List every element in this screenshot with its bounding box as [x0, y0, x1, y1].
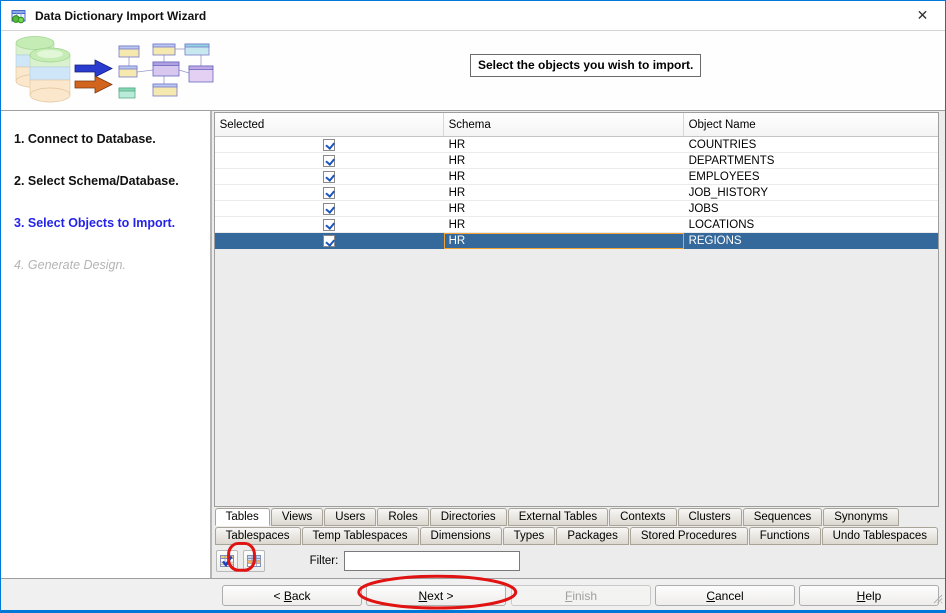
object-name-cell: JOB_HISTORY: [684, 185, 938, 200]
object-name-cell: DEPARTMENTS: [684, 153, 938, 168]
tab-temp-tablespaces[interactable]: Temp Tablespaces: [302, 527, 419, 545]
tab-stored-procedures[interactable]: Stored Procedures: [630, 527, 748, 545]
tab-clusters[interactable]: Clusters: [678, 508, 742, 526]
wizard-steps-panel: 1. Connect to Database. 2. Select Schema…: [1, 111, 212, 578]
column-header-object-name[interactable]: Object Name: [684, 113, 938, 136]
main-area: Selected Schema Object Name HR COUNTRIES…: [212, 111, 945, 578]
tab-directories[interactable]: Directories: [430, 508, 507, 526]
close-button[interactable]: ✕: [900, 1, 945, 30]
schema-cell: HR: [444, 153, 684, 168]
tab-undo-tablespaces[interactable]: Undo Tablespaces: [822, 527, 938, 545]
tab-contexts[interactable]: Contexts: [609, 508, 676, 526]
next-button[interactable]: Next >: [366, 585, 506, 606]
object-name-cell: JOBS: [684, 201, 938, 216]
table-row-departments[interactable]: HR DEPARTMENTS: [215, 153, 938, 169]
table-empty-area: [215, 249, 938, 506]
schema-cell: HR: [444, 185, 684, 200]
cancel-button[interactable]: Cancel: [655, 585, 795, 606]
tab-roles[interactable]: Roles: [377, 508, 428, 526]
object-name-cell: COUNTRIES: [684, 137, 938, 152]
database-to-model-illustration: [13, 34, 223, 113]
schema-cell: HR: [444, 169, 684, 184]
select-all-toolbar-button[interactable]: [216, 550, 238, 572]
instruction-message: Select the objects you wish to import.: [470, 54, 701, 77]
tab-views[interactable]: Views: [271, 508, 323, 526]
step-select-schema: 2. Select Schema/Database.: [14, 173, 202, 189]
database-icon: [16, 37, 70, 103]
window-title: Data Dictionary Import Wizard: [35, 9, 900, 23]
tab-packages[interactable]: Packages: [556, 527, 629, 545]
table-row-jobs[interactable]: HR JOBS: [215, 201, 938, 217]
import-arrows-icon: [75, 60, 112, 93]
columns-toolbar-button[interactable]: [243, 550, 265, 572]
row-checkbox[interactable]: [323, 203, 335, 215]
row-checkbox[interactable]: [323, 187, 335, 199]
tab-dimensions[interactable]: Dimensions: [420, 527, 502, 545]
wizard-window: Data Dictionary Import Wizard ✕: [0, 0, 946, 613]
object-type-tabs-row-2: Tablespaces Temp Tablespaces Dimensions …: [214, 526, 939, 545]
filter-label: Filter:: [310, 555, 339, 567]
table-row-job-history[interactable]: HR JOB_HISTORY: [215, 185, 938, 201]
schema-cell-focused: HR: [444, 233, 684, 249]
finish-button[interactable]: Finish: [511, 585, 651, 606]
tab-synonyms[interactable]: Synonyms: [823, 508, 899, 526]
table-row-regions-selected[interactable]: HR REGIONS: [215, 233, 938, 249]
object-name-cell: EMPLOYEES: [684, 169, 938, 184]
step-generate-design: 4. Generate Design.: [14, 257, 202, 273]
schema-cell: HR: [444, 201, 684, 216]
row-checkbox[interactable]: [323, 171, 335, 183]
schema-cell: HR: [444, 217, 684, 232]
step-select-objects: 3. Select Objects to Import.: [14, 215, 202, 231]
table-header: Selected Schema Object Name: [215, 113, 938, 137]
grid-check-icon: [219, 553, 235, 569]
grid-icon: [246, 553, 262, 569]
row-checkbox[interactable]: [323, 219, 335, 231]
back-button[interactable]: < Back: [222, 585, 362, 606]
tab-functions[interactable]: Functions: [749, 527, 821, 545]
row-checkbox[interactable]: [323, 235, 335, 247]
column-header-schema[interactable]: Schema: [444, 113, 684, 136]
table-row-locations[interactable]: HR LOCATIONS: [215, 217, 938, 233]
table-row-employees[interactable]: HR EMPLOYEES: [215, 169, 938, 185]
objects-table: Selected Schema Object Name HR COUNTRIES…: [214, 112, 939, 507]
title-bar: Data Dictionary Import Wizard ✕: [1, 1, 945, 31]
app-icon: [11, 8, 27, 24]
object-name-cell: LOCATIONS: [684, 217, 938, 232]
button-bar: < Back Next > Finish Cancel Help: [1, 578, 945, 610]
tab-tables[interactable]: Tables: [215, 508, 270, 526]
row-checkbox[interactable]: [323, 139, 335, 151]
tab-sequences[interactable]: Sequences: [743, 508, 823, 526]
resize-grip-icon[interactable]: [931, 591, 943, 609]
tab-tablespaces[interactable]: Tablespaces: [215, 527, 301, 545]
schema-cell: HR: [444, 137, 684, 152]
tab-users[interactable]: Users: [324, 508, 376, 526]
help-button[interactable]: Help: [799, 585, 939, 606]
wizard-header: Select the objects you wish to import.: [1, 31, 945, 111]
er-diagram-icon: [119, 44, 213, 98]
step-connect-to-database: 1. Connect to Database.: [14, 131, 202, 147]
table-row-countries[interactable]: HR COUNTRIES: [215, 137, 938, 153]
column-header-selected[interactable]: Selected: [215, 113, 444, 136]
object-type-tabs-row-1: Tables Views Users Roles Directories Ext…: [214, 507, 939, 526]
tab-external-tables[interactable]: External Tables: [508, 508, 608, 526]
filter-input[interactable]: [344, 551, 520, 571]
object-name-cell: REGIONS: [684, 233, 938, 249]
row-checkbox[interactable]: [323, 155, 335, 167]
filter-toolbar: Filter:: [214, 545, 939, 576]
close-icon: ✕: [917, 7, 929, 24]
tab-types[interactable]: Types: [503, 527, 556, 545]
